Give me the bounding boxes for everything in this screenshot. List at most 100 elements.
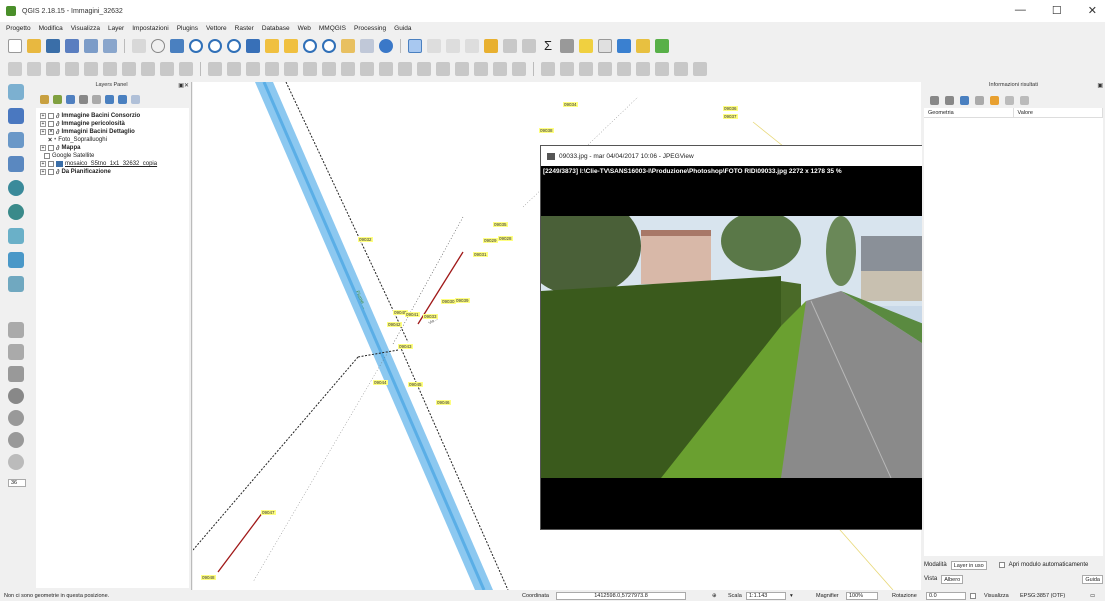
- collapse-tree-icon[interactable]: [945, 95, 954, 105]
- label-property-icon[interactable]: [655, 62, 669, 76]
- layer-item[interactable]: + ∂ Da Pianificazione: [40, 168, 185, 176]
- auto-open-checkbox[interactable]: [998, 562, 1005, 568]
- menu-modifica[interactable]: Modifica: [39, 25, 63, 32]
- menu-database[interactable]: Database: [262, 25, 290, 32]
- col-geometry[interactable]: Geometria: [924, 108, 1014, 117]
- menu-mmqgis[interactable]: MMQGIS: [319, 25, 346, 32]
- label-tool-icon[interactable]: [208, 62, 222, 76]
- save-project-icon[interactable]: [46, 39, 60, 53]
- composer-manager-icon[interactable]: [103, 39, 117, 53]
- pan-hand-icon[interactable]: [151, 39, 165, 53]
- map-tips-icon[interactable]: [579, 39, 593, 53]
- fill-ring-icon[interactable]: [341, 62, 355, 76]
- statistics-icon[interactable]: [522, 39, 536, 53]
- toggle-editing-icon[interactable]: [27, 62, 41, 76]
- menu-layer[interactable]: Layer: [108, 25, 124, 32]
- identify-features-icon[interactable]: [408, 39, 422, 53]
- gps-tool-icon[interactable]: [8, 344, 24, 360]
- remove-layer-icon[interactable]: [131, 94, 140, 104]
- render-checkbox[interactable]: [970, 593, 976, 599]
- label-rotate-icon[interactable]: [598, 62, 612, 76]
- add-part-icon[interactable]: [322, 62, 336, 76]
- help-icon[interactable]: [1020, 95, 1029, 105]
- layer-item[interactable]: Google Satellite: [40, 152, 185, 160]
- measure-icon[interactable]: [560, 39, 574, 53]
- results-float-icon[interactable]: ▣: [1097, 82, 1103, 89]
- add-vector-layer-icon[interactable]: [8, 84, 24, 100]
- menu-web[interactable]: Web: [298, 25, 311, 32]
- cut-features-icon[interactable]: [141, 62, 155, 76]
- mode-select[interactable]: Layer in uso: [950, 560, 987, 570]
- plugin-tool-icon[interactable]: [636, 39, 650, 53]
- plugin-tool-2-icon[interactable]: [655, 39, 669, 53]
- digitize-tool-icon[interactable]: [8, 322, 24, 338]
- help-button[interactable]: Guida: [1082, 574, 1103, 584]
- spiral-tool-icon[interactable]: [8, 454, 24, 470]
- col-value[interactable]: Valore: [1014, 108, 1103, 117]
- add-raster-layer-icon[interactable]: [8, 108, 24, 124]
- zoom-native-icon[interactable]: [227, 39, 241, 53]
- python-console-icon[interactable]: [617, 39, 631, 53]
- label-change-icon[interactable]: [617, 62, 631, 76]
- menu-guida[interactable]: Guida: [394, 25, 411, 32]
- label-extra-icon[interactable]: [693, 62, 707, 76]
- text-annotation-icon[interactable]: [598, 39, 612, 53]
- filter-legend-icon[interactable]: [92, 94, 101, 104]
- zoom-to-layer-icon[interactable]: [284, 39, 298, 53]
- layer-item[interactable]: + mosaico_S5tno_1x1_32632_copia: [40, 160, 185, 168]
- save-edits-icon[interactable]: [46, 62, 60, 76]
- zoom-last-icon[interactable]: [303, 39, 317, 53]
- rotation-field[interactable]: 0.0: [926, 592, 966, 600]
- open-project-icon[interactable]: [27, 39, 41, 53]
- layer-item[interactable]: + × ∂ Immagini Bacini Dettaglio: [40, 128, 185, 136]
- add-spatialite-layer-icon[interactable]: [8, 156, 24, 172]
- point-tool-icon[interactable]: [8, 432, 24, 448]
- coordinate-field[interactable]: 1412598.0,5727973.8: [556, 592, 686, 600]
- zoom-to-selection-icon[interactable]: [265, 39, 279, 53]
- rotate-symbols-icon[interactable]: [512, 62, 526, 76]
- move-feature-icon[interactable]: [84, 62, 98, 76]
- magnifier-field[interactable]: 100%: [846, 592, 878, 600]
- menu-visualizza[interactable]: Visualizza: [71, 25, 100, 32]
- add-wms-layer-icon[interactable]: [8, 180, 24, 196]
- new-print-composer-icon[interactable]: [84, 39, 98, 53]
- touch-zoom-icon[interactable]: [132, 39, 146, 53]
- label-move-icon[interactable]: [579, 62, 593, 76]
- add-delimited-text-icon[interactable]: [8, 252, 24, 268]
- maximize-button[interactable]: ☐: [1052, 4, 1062, 17]
- diagram-icon[interactable]: [674, 62, 688, 76]
- attribute-table-icon[interactable]: [484, 39, 498, 53]
- add-wcs-layer-icon[interactable]: [8, 204, 24, 220]
- menu-raster[interactable]: Raster: [235, 25, 254, 32]
- crs-status[interactable]: EPSG:3857 (OTF): [1020, 593, 1065, 599]
- split-parts-icon[interactable]: [455, 62, 469, 76]
- layer-item[interactable]: + ∂ Immagine Bacini Consorzio: [40, 112, 185, 120]
- clear-results-icon[interactable]: [975, 95, 984, 105]
- current-edits-icon[interactable]: [8, 62, 22, 76]
- rotate-icon[interactable]: [265, 62, 279, 76]
- lock-scale-icon[interactable]: ▾: [790, 593, 793, 599]
- menu-progetto[interactable]: Progetto: [6, 25, 31, 32]
- print-icon[interactable]: [1005, 95, 1014, 105]
- new-project-icon[interactable]: [8, 39, 22, 53]
- label-highlight-icon[interactable]: [560, 62, 574, 76]
- offset-curve-icon[interactable]: [417, 62, 431, 76]
- pan-to-selection-icon[interactable]: [170, 39, 184, 53]
- spin-box[interactable]: 36: [8, 479, 26, 487]
- zoom-full-icon[interactable]: [246, 39, 260, 53]
- sum-icon[interactable]: Σ: [541, 39, 555, 53]
- undo-icon[interactable]: [227, 62, 241, 76]
- select-features-icon[interactable]: [427, 39, 441, 53]
- close-button[interactable]: ✕: [1088, 4, 1097, 17]
- copy-feature-icon[interactable]: [990, 95, 999, 105]
- merge-features-icon[interactable]: [474, 62, 488, 76]
- field-calculator-icon[interactable]: [503, 39, 517, 53]
- simplify-icon[interactable]: [284, 62, 298, 76]
- add-wfs-layer-icon[interactable]: [8, 228, 24, 244]
- collapse-all-icon[interactable]: [118, 94, 127, 104]
- show-bookmarks-icon[interactable]: [360, 39, 374, 53]
- add-group-icon[interactable]: [53, 94, 62, 104]
- new-bookmark-icon[interactable]: [341, 39, 355, 53]
- menu-plugins[interactable]: Plugins: [177, 25, 198, 32]
- delete-ring-icon[interactable]: [360, 62, 374, 76]
